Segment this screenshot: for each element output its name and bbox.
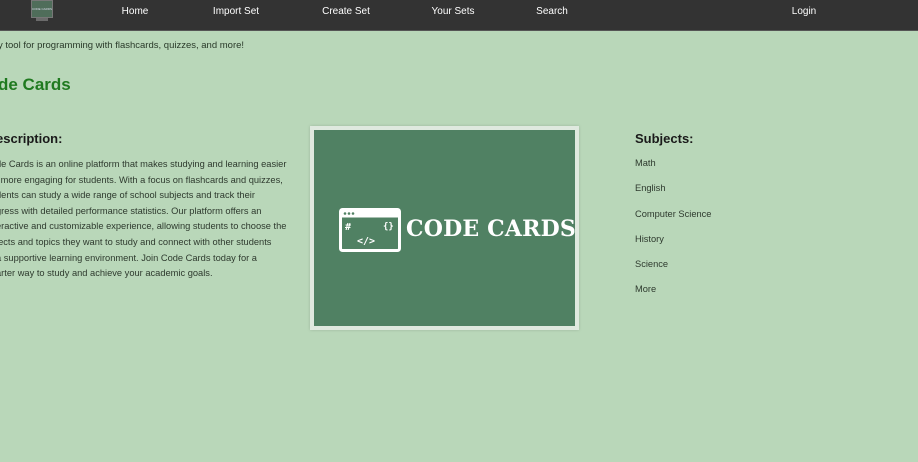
navbar: CODE CARDS Home Import Set Create Set Yo… — [0, 0, 918, 31]
hero-logo-image: # {} </> CODE CARDS — [314, 130, 577, 326]
subject-item-computer-science[interactable]: Computer Science — [635, 209, 711, 234]
subject-item-more[interactable]: More — [635, 284, 711, 309]
nav-import-set[interactable]: Import Set — [213, 0, 259, 24]
page: CODE CARDS Home Import Set Create Set Yo… — [0, 0, 918, 462]
subjects-list: Math English Computer Science History Sc… — [635, 158, 711, 310]
hero-logo-frame: # {} </> CODE CARDS — [310, 126, 579, 330]
site-logo[interactable]: CODE CARDS — [31, 0, 53, 18]
description-line: a supportive learning environment. Join … — [0, 252, 257, 263]
site-logo-text: CODE CARDS — [32, 6, 53, 11]
svg-text:{}: {} — [383, 222, 394, 232]
subject-item-history[interactable]: History — [635, 234, 711, 259]
subject-item-science[interactable]: Science — [635, 259, 711, 284]
description-text: de Cards is an online platform that make… — [0, 157, 298, 282]
nav-create-set[interactable]: Create Set — [322, 0, 370, 24]
page-title: de Cards — [0, 75, 71, 94]
tagline: y tool for programming with flashcards, … — [0, 40, 245, 51]
description-line: gress with detailed performance statisti… — [0, 205, 262, 216]
description-line: dents can study a wide range of school s… — [0, 190, 255, 201]
subject-item-math[interactable]: Math — [635, 158, 711, 183]
description-line: eractive and customizable experience, al… — [0, 221, 287, 232]
description-line: jects and topics they want to study and … — [0, 236, 272, 247]
hero-brand-text: CODE CARDS — [406, 216, 577, 242]
description-line: arter way to study and achieve your acad… — [0, 268, 213, 279]
subject-item-english[interactable]: English — [635, 183, 711, 208]
subjects-heading: Subjects: — [635, 131, 694, 146]
description-heading: escription: — [0, 131, 63, 146]
nav-search[interactable]: Search — [536, 0, 568, 24]
site-logo-base — [36, 18, 48, 21]
code-window-icon: # {} </> — [339, 208, 401, 252]
nav-your-sets[interactable]: Your Sets — [432, 0, 475, 24]
svg-text:</>: </> — [357, 236, 375, 247]
nav-home[interactable]: Home — [122, 0, 149, 24]
description-line: de Cards is an online platform that make… — [0, 159, 287, 169]
nav-login[interactable]: Login — [792, 0, 816, 24]
svg-text:#: # — [345, 222, 351, 233]
description-line: l more engaging for students. With a foc… — [0, 174, 283, 185]
